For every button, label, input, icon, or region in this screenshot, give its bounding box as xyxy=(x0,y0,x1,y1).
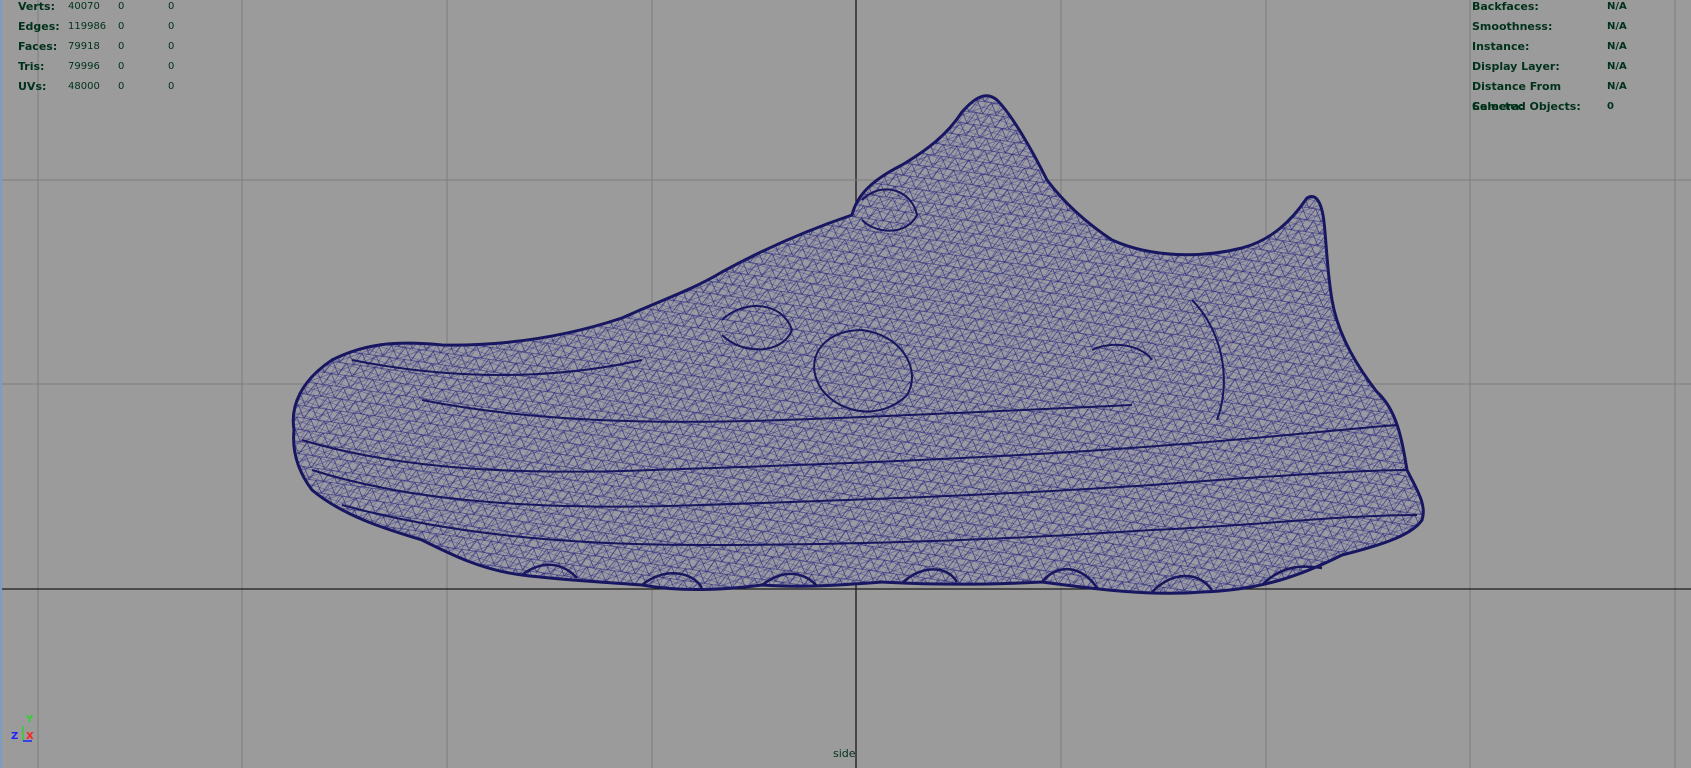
hud-label: UVs: xyxy=(18,80,47,93)
hud-label: Selected Objects: xyxy=(1472,100,1581,113)
axis-y-label: Y xyxy=(26,714,34,725)
hud-uv-value: 0 xyxy=(168,41,175,52)
hud-value: 79918 xyxy=(68,41,100,52)
hud-row-edges: Edges: 119986 0 0 xyxy=(18,17,208,37)
hud-row-backfaces: Backfaces: N/A xyxy=(1472,0,1627,17)
sneaker-wireframe-mesh[interactable] xyxy=(2,0,1691,768)
side-viewport[interactable]: Verts: 40070 0 0 Edges: 119986 0 0 Faces… xyxy=(0,0,1691,768)
axis-z-label: Z xyxy=(11,731,19,742)
hud-selected-value: 0 xyxy=(118,61,125,72)
axis-x-label: X xyxy=(26,731,34,742)
hud-selected-value: 0 xyxy=(118,81,125,92)
hud-value: N/A xyxy=(1607,1,1627,12)
hud-value: 0 xyxy=(1607,101,1614,112)
hud-row-tris: Tris: 79996 0 0 xyxy=(18,57,208,77)
hud-uv-value: 0 xyxy=(168,61,175,72)
hud-value: 48000 xyxy=(68,81,100,92)
hud-uv-value: 0 xyxy=(168,21,175,32)
hud-value: N/A xyxy=(1607,41,1627,52)
hud-row-smoothness: Smoothness: N/A xyxy=(1472,17,1627,37)
hud-uv-value: 0 xyxy=(168,81,175,92)
hud-value: N/A xyxy=(1607,21,1627,32)
view-axis-gizmo: Y Z X xyxy=(10,714,40,746)
hud-value: N/A xyxy=(1607,61,1627,72)
hud-label: Edges: xyxy=(18,20,60,33)
hud-label: Faces: xyxy=(18,40,58,53)
hud-value: N/A xyxy=(1607,81,1627,92)
hud-uv-value: 0 xyxy=(168,1,175,12)
hud-row-verts: Verts: 40070 0 0 xyxy=(18,0,208,17)
hud-row-selected-objects: Selected Objects: 0 xyxy=(1472,97,1627,117)
object-details-hud: Backfaces: N/A Smoothness: N/A Instance:… xyxy=(1472,0,1627,117)
hud-label: Verts: xyxy=(18,0,56,13)
hud-row-uvs: UVs: 48000 0 0 xyxy=(18,77,208,97)
hud-row-distance-from-camera: Distance From Camera: N/A xyxy=(1472,77,1627,113)
hud-label: Tris: xyxy=(18,60,45,73)
hud-value: 119986 xyxy=(68,21,107,32)
hud-label: Instance: xyxy=(1472,40,1530,53)
hud-row-faces: Faces: 79918 0 0 xyxy=(18,37,208,57)
hud-value: 40070 xyxy=(68,1,100,12)
poly-count-hud: Verts: 40070 0 0 Edges: 119986 0 0 Faces… xyxy=(18,0,208,97)
hud-label: Smoothness: xyxy=(1472,20,1553,33)
hud-selected-value: 0 xyxy=(118,41,125,52)
camera-name-label: side xyxy=(833,747,856,760)
hud-selected-value: 0 xyxy=(118,1,125,12)
hud-value: 79996 xyxy=(68,61,100,72)
hud-label: Display Layer: xyxy=(1472,60,1560,73)
hud-selected-value: 0 xyxy=(118,21,125,32)
hud-row-instance: Instance: N/A xyxy=(1472,37,1627,57)
hud-label: Distance From Camera: xyxy=(1472,80,1562,113)
hud-row-display-layer: Display Layer: N/A xyxy=(1472,57,1627,77)
hud-label: Backfaces: xyxy=(1472,0,1539,13)
